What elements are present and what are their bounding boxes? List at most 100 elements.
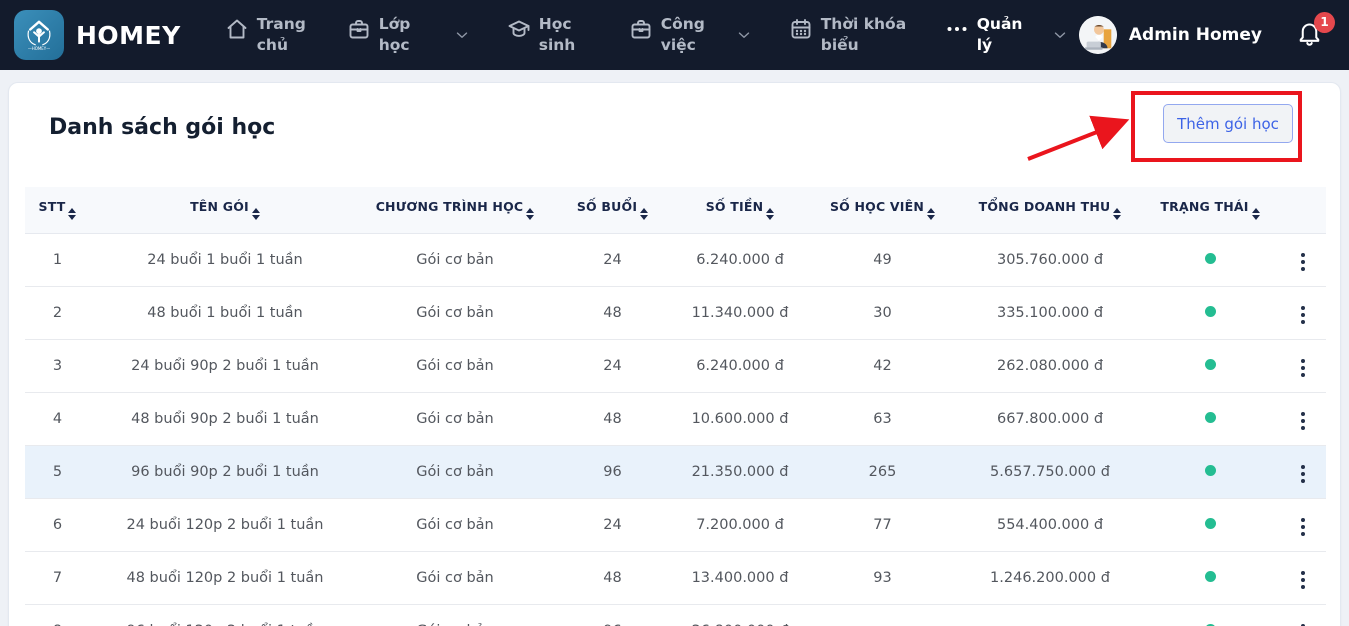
cell-actions (1280, 392, 1326, 445)
cell-ten-goi: 48 buổi 90p 2 buổi 1 tuần (90, 392, 360, 445)
page-title: Danh sách gói học (49, 113, 1300, 143)
cell-so-tien: 6.240.000 đ (675, 339, 805, 392)
svg-text:—HOMEY—: —HOMEY— (28, 46, 50, 51)
cell-so-buoi: 24 (550, 339, 675, 392)
table-row[interactable]: 324 buổi 90p 2 buổi 1 tuầnGói cơ bản246.… (25, 339, 1326, 392)
cell-so-tien: 6.240.000 đ (675, 233, 805, 286)
column-label: TÊN GÓI (190, 199, 249, 214)
cell-tong-doanh-thu: 305.760.000 đ (960, 233, 1140, 286)
kebab-menu-icon[interactable] (1295, 249, 1311, 275)
nav-item-trang-chu[interactable]: Trang chủ (225, 14, 311, 56)
column-header-4[interactable]: SỐ BUỔI (550, 187, 675, 233)
cell-so-buoi: 96 (550, 604, 675, 626)
column-label: CHƯƠNG TRÌNH HỌC (376, 199, 524, 214)
navbar-right: Admin Homey 1 (1079, 16, 1323, 54)
add-package-button[interactable]: Thêm gói học (1163, 104, 1293, 143)
sort-icon (1252, 208, 1260, 220)
kebab-menu-icon[interactable] (1295, 620, 1311, 626)
column-header-5[interactable]: SỐ TIỀN (675, 187, 805, 233)
table-row[interactable]: 596 buổi 90p 2 buổi 1 tuầnGói cơ bản9621… (25, 445, 1326, 498)
table-row[interactable]: 624 buổi 120p 2 buổi 1 tuầnGói cơ bản247… (25, 498, 1326, 551)
cell-stt: 5 (25, 445, 90, 498)
table-row[interactable]: 248 buổi 1 buổi 1 tuầnGói cơ bản4811.340… (25, 286, 1326, 339)
cell-tong-doanh-thu: 262.080.000 đ (960, 339, 1140, 392)
cell-trang-thai (1140, 392, 1280, 445)
status-active-dot (1205, 253, 1216, 264)
cell-so-hoc-vien: 49 (805, 233, 960, 286)
homey-logo-icon[interactable]: —HOMEY— (14, 10, 64, 60)
cell-so-tien: 26.800.000 đ (675, 604, 805, 626)
nav-item-hoc-sinh[interactable]: Học sinh (507, 14, 593, 56)
cell-ten-goi: 24 buổi 120p 2 buổi 1 tuần (90, 498, 360, 551)
column-header-7[interactable]: TỔNG DOANH THU (960, 187, 1140, 233)
kebab-menu-icon[interactable] (1295, 408, 1311, 434)
nav-item-thoi-khoa-bieu[interactable]: Thời khóa biểu (789, 14, 909, 56)
column-label: SỐ HỌC VIÊN (830, 199, 924, 214)
brand-name[interactable]: HOMEY (76, 21, 181, 50)
column-header-2[interactable]: TÊN GÓI (90, 187, 360, 233)
briefcase-icon (629, 17, 653, 41)
cell-chuong-trinh-hoc: Gói cơ bản (360, 498, 550, 551)
cell-actions (1280, 233, 1326, 286)
kebab-menu-icon[interactable] (1295, 355, 1311, 381)
cell-stt: 7 (25, 551, 90, 604)
cell-stt: 1 (25, 233, 90, 286)
column-header-actions (1280, 187, 1326, 233)
column-header-3[interactable]: CHƯƠNG TRÌNH HỌC (360, 187, 550, 233)
nav-item-lop-hoc[interactable]: Lớp học (347, 14, 471, 56)
user-name[interactable]: Admin Homey (1129, 25, 1262, 45)
nav-item-label: Công việc (661, 14, 715, 56)
cell-tong-doanh-thu: 554.400.000 đ (960, 498, 1140, 551)
nav-item-cong-viec[interactable]: Công việc (629, 14, 753, 56)
column-label: SỐ TIỀN (706, 199, 764, 214)
cell-chuong-trinh-hoc: Gói cơ bản (360, 286, 550, 339)
cell-trang-thai (1140, 551, 1280, 604)
nav-item-label: Thời khóa biểu (821, 14, 909, 56)
card-header: Danh sách gói học (9, 83, 1340, 187)
cell-actions (1280, 286, 1326, 339)
status-active-dot (1205, 518, 1216, 529)
cell-actions (1280, 339, 1326, 392)
kebab-menu-icon[interactable] (1295, 514, 1311, 540)
cell-actions (1280, 604, 1326, 626)
sort-icon (526, 208, 534, 220)
cell-stt: 2 (25, 286, 90, 339)
table-row[interactable]: 748 buổi 120p 2 buổi 1 tuầnGói cơ bản481… (25, 551, 1326, 604)
cell-so-buoi: 24 (550, 498, 675, 551)
cell-so-hoc-vien: 93 (805, 551, 960, 604)
nav-item-quan-ly[interactable]: Quản lý (945, 14, 1069, 56)
cell-stt: 8 (25, 604, 90, 626)
nav-item-label: Lớp học (379, 14, 433, 56)
cell-so-hoc-vien: 30 (805, 286, 960, 339)
kebab-menu-icon[interactable] (1295, 567, 1311, 593)
cell-chuong-trinh-hoc: Gói cơ bản (360, 339, 550, 392)
table-row[interactable]: 124 buổi 1 buổi 1 tuầnGói cơ bản246.240.… (25, 233, 1326, 286)
status-active-dot (1205, 571, 1216, 582)
cell-actions (1280, 551, 1326, 604)
cell-so-tien: 21.350.000 đ (675, 445, 805, 498)
column-header-8[interactable]: TRẠNG THÁI (1140, 187, 1280, 233)
cell-so-tien: 13.400.000 đ (675, 551, 805, 604)
cell-stt: 3 (25, 339, 90, 392)
table-row[interactable]: 896 buổi 120p 2 buổi 1 tuầnGói cơ bản962… (25, 604, 1326, 626)
column-header-1[interactable]: STT (25, 187, 90, 233)
table-header: STT TÊN GÓI CHƯƠNG TRÌNH HỌC SỐ BUỔI SỐ TIỀN… (25, 187, 1326, 233)
table-row[interactable]: 448 buổi 90p 2 buổi 1 tuầnGói cơ bản4810… (25, 392, 1326, 445)
notifications-bell-icon[interactable]: 1 (1296, 20, 1323, 51)
sort-icon (252, 208, 260, 220)
chevron-down-icon (1051, 26, 1069, 44)
cell-trang-thai (1140, 445, 1280, 498)
cell-trang-thai (1140, 498, 1280, 551)
cell-tong-doanh-thu: 1.246.200.000 đ (960, 551, 1140, 604)
ellipsis-icon (945, 17, 969, 41)
cell-ten-goi: 96 buổi 120p 2 buổi 1 tuần (90, 604, 360, 626)
cell-so-buoi: 96 (550, 445, 675, 498)
column-header-6[interactable]: SỐ HỌC VIÊN (805, 187, 960, 233)
cell-so-buoi: 24 (550, 233, 675, 286)
cell-chuong-trinh-hoc: Gói cơ bản (360, 392, 550, 445)
cell-trang-thai (1140, 604, 1280, 626)
graduation-cap-icon (507, 17, 531, 41)
kebab-menu-icon[interactable] (1295, 302, 1311, 328)
user-avatar[interactable] (1079, 16, 1117, 54)
kebab-menu-icon[interactable] (1295, 461, 1311, 487)
